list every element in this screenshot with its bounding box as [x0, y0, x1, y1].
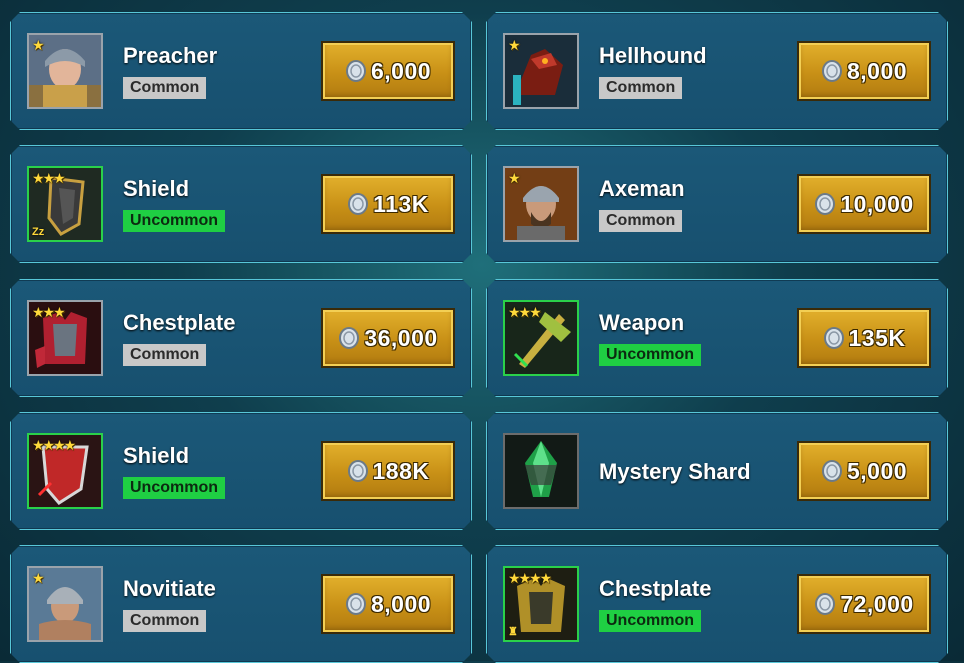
item-name: Hellhound	[599, 43, 707, 68]
item-name: Novitiate	[123, 576, 216, 601]
rarity-badge: Common	[599, 210, 682, 232]
shop-item-card[interactable]: ★★★ Chestplate Common 36,000	[10, 279, 472, 397]
buy-button[interactable]: 8,000	[321, 574, 455, 634]
buy-button[interactable]: 36,000	[321, 308, 455, 368]
price-value: 6,000	[370, 57, 432, 84]
silver-coin-icon	[814, 193, 836, 215]
item-name: Chestplate	[123, 310, 236, 335]
star-rating: ★	[508, 170, 519, 186]
shop-grid: ★ Preacher Common 6,000 ★ Hellhound Comm…	[0, 0, 964, 661]
rarity-badge: Common	[123, 77, 206, 99]
buy-button[interactable]: 72,000	[797, 574, 931, 634]
silver-coin-icon	[338, 327, 360, 349]
buy-button[interactable]: 8,000	[797, 41, 931, 101]
star-rating: ★★★★	[508, 570, 551, 586]
item-name: Chestplate	[599, 576, 712, 601]
rarity-badge: Uncommon	[123, 477, 225, 499]
price-value: 5,000	[846, 457, 908, 484]
shop-item-card[interactable]: ★ Axeman Common 10,000	[486, 145, 948, 263]
price-value: 8,000	[846, 57, 908, 84]
price-value: 135K	[848, 324, 906, 351]
price-value: 113K	[373, 190, 429, 217]
star-rating: ★★★★	[32, 437, 75, 453]
star-rating: ★	[32, 37, 43, 53]
shop-item-card[interactable]: ★ Novitiate Common 8,000	[10, 545, 472, 663]
rarity-badge: Uncommon	[599, 344, 701, 366]
silver-coin-icon	[821, 460, 843, 482]
mystery-shard-icon	[503, 433, 579, 509]
price-value: 36,000	[364, 324, 438, 351]
shield-artifact-icon: ★★★★	[27, 433, 103, 509]
shield-artifact-icon: ★★★ Zz	[27, 166, 103, 242]
silver-coin-icon	[347, 193, 369, 215]
novitiate-portrait-icon: ★	[27, 566, 103, 642]
rarity-badge: Common	[599, 77, 682, 99]
preacher-portrait-icon: ★	[27, 33, 103, 109]
price-value: 8,000	[370, 590, 432, 617]
shop-item-card[interactable]: ★ Preacher Common 6,000	[10, 12, 472, 130]
silver-coin-icon	[345, 593, 367, 615]
silver-coin-icon	[814, 593, 836, 615]
buy-button[interactable]: 6,000	[321, 41, 455, 101]
shop-item-card[interactable]: Mystery Shard 5,000	[486, 412, 948, 530]
buy-button[interactable]: 113K	[321, 174, 455, 234]
silver-coin-icon	[345, 60, 367, 82]
weapon-artifact-icon: ★★★	[503, 300, 579, 376]
hellhound-portrait-icon: ★	[503, 33, 579, 109]
item-name: Mystery Shard	[599, 459, 751, 484]
item-name: Shield	[123, 176, 190, 201]
buy-button[interactable]: 5,000	[797, 441, 931, 501]
shop-item-card[interactable]: ★★★★ Shield Uncommon 188K	[10, 412, 472, 530]
shop-item-card[interactable]: ★★★ Weapon Uncommon 135K	[486, 279, 948, 397]
star-rating: ★★★	[508, 304, 540, 320]
chestplate-artifact-icon: ★★★★ ♜	[503, 566, 579, 642]
chestplate-artifact-icon: ★★★	[27, 300, 103, 376]
silver-coin-icon	[823, 327, 845, 349]
axeman-portrait-icon: ★	[503, 166, 579, 242]
rarity-badge: Uncommon	[123, 210, 225, 232]
price-value: 72,000	[840, 590, 914, 617]
item-name: Shield	[123, 443, 190, 468]
shop-item-card[interactable]: ★★★★ ♜ Chestplate Uncommon 72,000	[486, 545, 948, 663]
item-name: Axeman	[599, 176, 685, 201]
shop-item-card[interactable]: ★ Hellhound Common 8,000	[486, 12, 948, 130]
buy-button[interactable]: 10,000	[797, 174, 931, 234]
buy-button[interactable]: 188K	[321, 441, 455, 501]
buy-button[interactable]: 135K	[797, 308, 931, 368]
star-rating: ★	[508, 37, 519, 53]
silver-coin-icon	[821, 60, 843, 82]
star-rating: ★	[32, 570, 43, 586]
sleep-set-icon: Zz	[32, 226, 45, 238]
star-rating: ★★★	[32, 304, 64, 320]
price-value: 10,000	[840, 190, 914, 217]
rarity-badge: Uncommon	[599, 610, 701, 632]
shop-item-card[interactable]: ★★★ Zz Shield Uncommon 113K	[10, 145, 472, 263]
star-rating: ★★★	[32, 170, 64, 186]
rarity-badge: Common	[123, 344, 206, 366]
rarity-badge: Common	[123, 610, 206, 632]
set-icon: ♜	[508, 626, 518, 638]
item-name: Preacher	[123, 43, 218, 68]
price-value: 188K	[372, 457, 430, 484]
item-name: Weapon	[599, 310, 685, 335]
silver-coin-icon	[347, 460, 369, 482]
